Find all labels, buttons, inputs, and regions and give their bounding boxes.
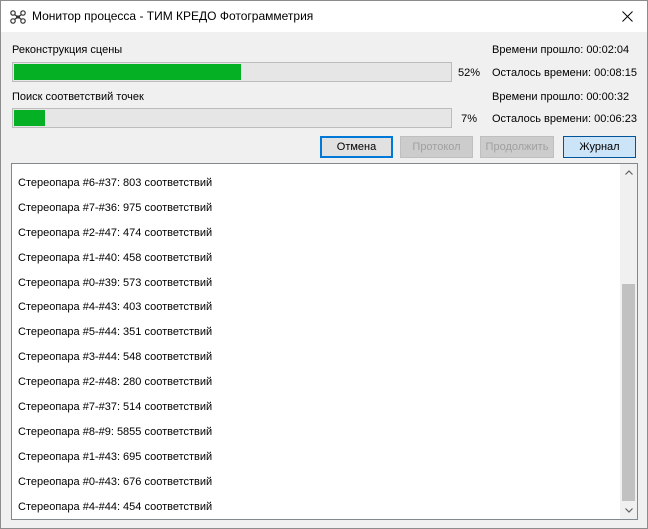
chevron-up-icon	[624, 170, 633, 175]
chevron-down-icon	[624, 508, 633, 513]
log-item[interactable]: Стереопара #7-#37: 514 соответствий	[18, 395, 617, 420]
cancel-button[interactable]: Отмена	[320, 136, 393, 158]
log-item[interactable]: Стереопара #8-#9: 5855 соответствий	[18, 420, 617, 445]
progress-percent-matching: 7%	[461, 113, 477, 125]
drone-icon	[10, 10, 26, 24]
log-item[interactable]: Стереопара #5-#44: 351 соответствий	[18, 320, 617, 345]
title-bar[interactable]: Монитор процесса - ТИМ КРЕДО Фотограммет…	[1, 1, 647, 32]
progress-fill	[14, 64, 241, 80]
journal-button[interactable]: Журнал	[563, 136, 636, 158]
report-button[interactable]: Протокол	[400, 136, 473, 158]
continue-button[interactable]: Продолжить	[480, 136, 554, 158]
log-item[interactable]: Стереопара #0-#39: 573 соответствий	[18, 271, 617, 296]
progress-bar-reconstruction	[12, 62, 452, 82]
log-list-box[interactable]: Стереопара #6-#37: 803 соответствий Стере…	[11, 163, 638, 520]
log-item[interactable]: Стереопара #4-#44: 454 соответствий	[18, 495, 617, 519]
scroll-down-button[interactable]	[620, 502, 637, 519]
log-item[interactable]: Стереопара #0-#43: 676 соответствий	[18, 470, 617, 495]
task-label-matching: Поиск соответствий точек	[12, 91, 144, 103]
log-list: Стереопара #6-#37: 803 соответствий Стере…	[18, 171, 617, 519]
log-item[interactable]: Стереопара #1-#40: 458 соответствий	[18, 246, 617, 271]
log-item[interactable]: Стереопара #1-#43: 695 соответствий	[18, 445, 617, 470]
log-item[interactable]: Стереопара #2-#47: 474 соответствий	[18, 221, 617, 246]
scroll-up-button[interactable]	[620, 164, 637, 181]
progress-bar-matching	[12, 108, 452, 128]
task-label-reconstruction: Реконструкция сцены	[12, 44, 123, 56]
log-item[interactable]: Стереопара #7-#36: 975 соответствий	[18, 196, 617, 221]
task-elapsed-matching: Времени прошло: 00:00:32	[492, 91, 630, 103]
window-title: Монитор процесса - ТИМ КРЕДО Фотограммет…	[32, 9, 314, 23]
vertical-scrollbar[interactable]	[620, 164, 637, 519]
task-remaining-reconstruction: Осталось времени: 00:08:15	[492, 67, 637, 79]
close-icon	[621, 11, 633, 22]
log-item[interactable]: Стереопара #4-#43: 403 соответствий	[18, 295, 617, 320]
process-monitor-window: Монитор процесса - ТИМ КРЕДО Фотограммет…	[0, 0, 648, 529]
log-item[interactable]: Стереопара #6-#37: 803 соответствий	[18, 171, 617, 196]
close-button[interactable]	[607, 1, 647, 32]
log-item[interactable]: Стереопара #2-#48: 280 соответствий	[18, 370, 617, 395]
progress-percent-reconstruction: 52%	[457, 67, 480, 79]
scrollbar-thumb[interactable]	[622, 284, 635, 501]
log-item[interactable]: Стереопара #3-#44: 548 соответствий	[18, 345, 617, 370]
progress-fill	[14, 110, 45, 126]
task-elapsed-reconstruction: Времени прошло: 00:02:04	[492, 44, 630, 56]
task-remaining-matching: Осталось времени: 00:06:23	[492, 113, 637, 125]
